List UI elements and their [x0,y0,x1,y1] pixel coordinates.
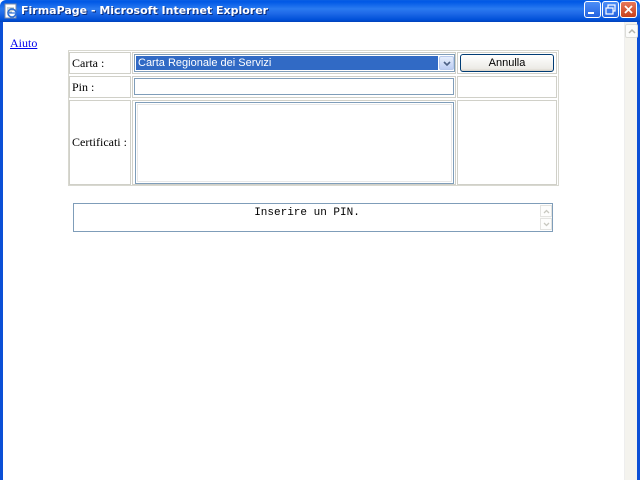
restore-button[interactable] [602,1,619,18]
pin-empty-cell [457,76,557,98]
certificates-textarea[interactable] [135,102,454,184]
window-frame-left [0,22,3,480]
card-select-value: Carta Regionale dei Servizi [136,56,438,70]
cancel-button[interactable]: Annulla [460,54,554,72]
window-titlebar[interactable]: FirmaPage - Microsoft Internet Explorer [0,0,640,22]
ie-page-icon [4,3,17,19]
chevron-down-icon [443,61,451,66]
pin-label: Pin : [72,80,95,94]
card-select-dropdown-button[interactable] [439,56,454,70]
certificates-textarea-content [137,104,452,182]
close-icon [624,5,633,14]
scroll-up-button[interactable] [625,24,638,38]
page-scrollbar[interactable] [624,22,638,480]
window-title: FirmaPage - Microsoft Internet Explorer [21,4,269,17]
minimize-button[interactable] [584,1,601,18]
certificates-empty-cell [457,100,557,185]
card-label: Carta : [72,56,105,70]
chevron-up-icon [543,209,550,214]
pin-input[interactable] [134,78,454,95]
close-button[interactable] [620,1,637,18]
message-scroll-up-button[interactable] [540,205,552,217]
card-select[interactable]: Carta Regionale dei Servizi [134,54,455,72]
status-message: Inserire un PIN. [254,207,360,219]
message-scroll-down-button[interactable] [540,218,552,230]
restore-icon [605,4,616,15]
message-scrollbar[interactable] [540,205,552,230]
minimize-icon [588,12,594,14]
help-link[interactable]: Aiuto [10,36,37,51]
status-message-box[interactable]: Inserire un PIN. [73,203,553,232]
certificates-label: Certificati : [72,135,127,149]
chevron-down-icon [543,222,550,227]
chevron-up-icon [628,28,636,34]
